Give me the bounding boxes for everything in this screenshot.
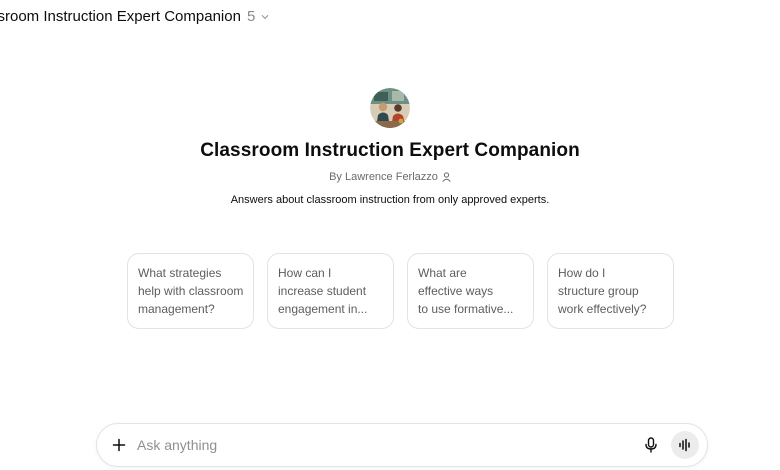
gpt-author[interactable]: By Lawrence Ferlazzo [329, 171, 451, 183]
message-composer [96, 423, 708, 467]
microphone-icon [645, 437, 657, 453]
suggestion-line: help with classroom [138, 284, 244, 298]
suggestion-card[interactable]: What strategies help with classroom mana… [127, 253, 254, 329]
suggestion-line: effective ways [418, 284, 494, 298]
suggestion-line: How can I [278, 266, 332, 280]
gpt-avatar [370, 88, 410, 128]
suggestion-line: increase student [278, 284, 367, 298]
voice-waveform-icon [679, 438, 690, 452]
model-version: 5 [246, 8, 256, 25]
chevron-down-icon [262, 14, 269, 19]
suggestion-card[interactable]: How do I structure group work effectivel… [547, 253, 674, 329]
suggestion-line: engagement in... [278, 302, 368, 316]
suggestion-line: management? [138, 302, 215, 316]
gpt-description: Answers about classroom instruction from… [230, 194, 550, 206]
message-input[interactable] [137, 435, 637, 455]
suggestion-line: work effectively? [558, 302, 647, 316]
suggestion-line: structure group [558, 284, 639, 298]
voice-mode-button[interactable] [671, 431, 699, 459]
suggestion-card[interactable]: How can I increase student engagement in… [267, 253, 394, 329]
dictate-button[interactable] [637, 431, 665, 459]
suggestion-line: What strategies [138, 266, 222, 280]
add-attachment-button[interactable] [105, 431, 133, 459]
plus-icon [112, 438, 126, 452]
suggestion-card[interactable]: What are effective ways to use formative… [407, 253, 534, 329]
suggestion-cards: What strategies help with classroom mana… [127, 253, 674, 329]
suggestion-line: to use formative... [418, 302, 514, 316]
chat-page: ssroom Instruction Expert Companion 5 Cl… [0, 0, 780, 470]
model-name: ssroom Instruction Expert Companion [0, 8, 241, 25]
gpt-title: Classroom Instruction Expert Companion [200, 140, 580, 161]
model-selector[interactable]: ssroom Instruction Expert Companion 5 [0, 8, 269, 25]
suggestion-line: How do I [558, 266, 606, 280]
person-icon [442, 172, 451, 182]
gpt-author-label: By Lawrence Ferlazzo [329, 171, 438, 183]
suggestion-line: What are [418, 266, 467, 280]
gpt-header: Classroom Instruction Expert Companion B… [0, 88, 780, 206]
